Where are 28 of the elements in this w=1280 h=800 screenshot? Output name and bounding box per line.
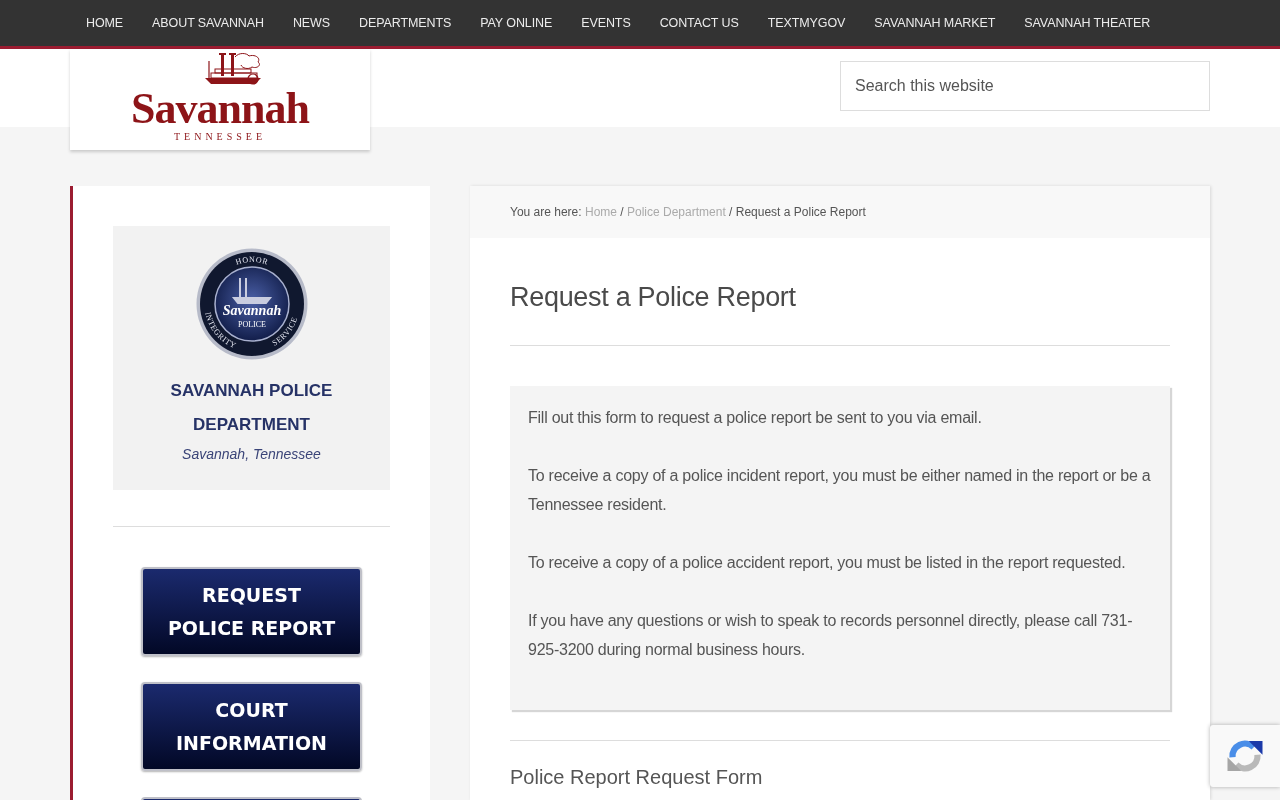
sidebar-link-button[interactable]: REQUEST POLICE REPORT (141, 567, 362, 656)
department-location: Savannah, Tennessee (181, 445, 322, 464)
nav-link[interactable]: SAVANNAH MARKET (874, 13, 996, 33)
seal-ring-text: HONOR (234, 255, 269, 267)
notice-paragraph: Fill out this form to request a police report be sent to you via email. (528, 408, 983, 428)
nav-link[interactable]: TEXTMYGOV (767, 13, 846, 33)
logo-tagline-text: TENNESSEE (173, 131, 267, 142)
nav-link[interactable]: ABOUT SAVANNAH (152, 13, 264, 33)
form-heading: Police Report Request Form (510, 765, 764, 789)
logo-panel[interactable]: Savannah TENNESSEE (70, 49, 370, 150)
notice-paragraph: To receive a copy of a police incident report, you must be either named in the report or be a Tennessee resident. (528, 466, 1152, 515)
logo-name-text: Savannah (131, 87, 309, 131)
nav-link[interactable]: SAVANNAH THEATER (1024, 13, 1151, 33)
nav-link[interactable]: HOME (86, 13, 124, 33)
page-title: Request a Police Report (510, 281, 797, 313)
nav-link[interactable]: DEPARTMENTS (359, 13, 452, 33)
nav-link[interactable]: NEWS (292, 13, 331, 33)
notice-paragraph: If you have any questions or wish to speak to records personnel directly, please call 731-925-3200 during normal business hours. (528, 611, 1134, 660)
nav-link[interactable]: CONTACT US (659, 13, 739, 33)
search-field[interactable]: Search this website (840, 61, 1210, 111)
nav-link[interactable]: PAY ONLINE (480, 13, 553, 33)
nav-link[interactable]: EVENTS (581, 13, 631, 33)
captcha-panel[interactable] (1210, 725, 1280, 787)
sidebar-link-button[interactable]: COURT INFORMATION (141, 682, 362, 771)
notice-paragraph: To receive a copy of a police accident report, you must be listed in the report requested. (528, 553, 1127, 573)
seal-caption-text: POLICE (237, 320, 266, 329)
breadcrumb-trail: You are here: Home / Police Department / Request a Police Report (510, 204, 866, 221)
department-title: SAVANNAH POLICE DEPARTMENT (169, 380, 334, 436)
